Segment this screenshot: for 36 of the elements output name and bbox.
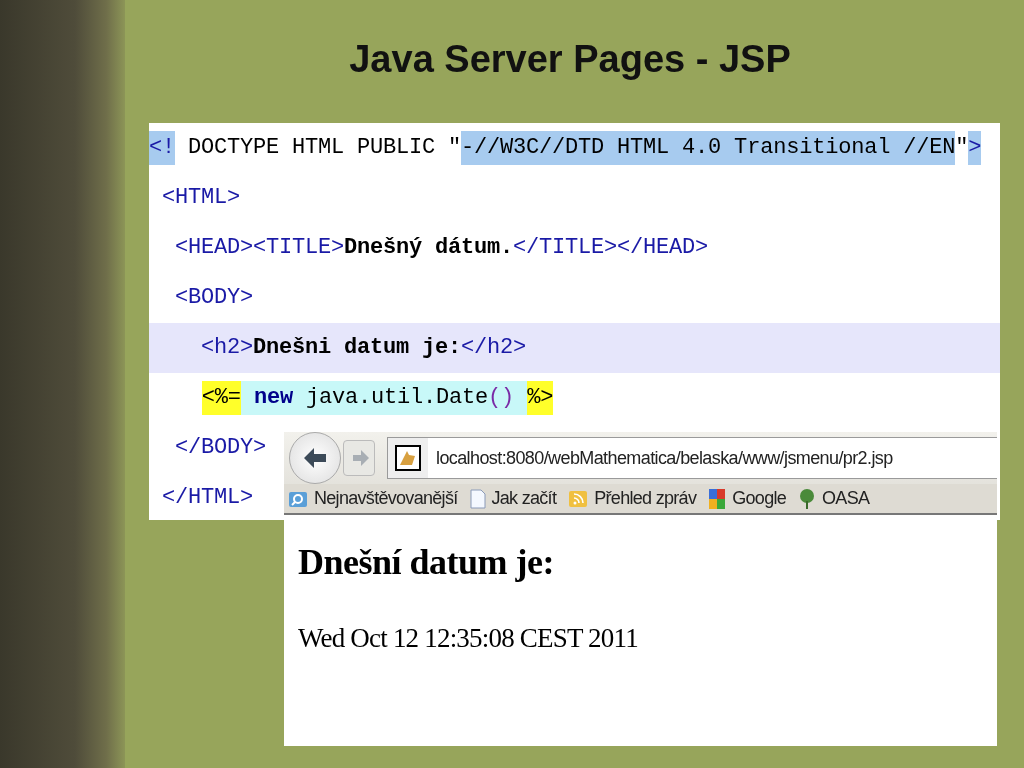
code-text: java.util.Date bbox=[293, 381, 489, 415]
scriptlet-delimiter: <%= bbox=[201, 381, 241, 415]
code-text: " bbox=[955, 134, 969, 162]
bookmark-link[interactable]: Jak začít bbox=[469, 488, 557, 509]
feed-icon bbox=[568, 488, 589, 509]
tree-icon bbox=[798, 487, 817, 510]
left-arrow-icon bbox=[302, 447, 328, 469]
address-field[interactable]: localhost:8080/webMathematica/belaska/www/jsmenu/pr2.jsp bbox=[387, 437, 997, 479]
markup-tag: <! bbox=[149, 131, 175, 165]
markup-tag: </BODY> bbox=[149, 431, 267, 465]
markup-tag: </HTML> bbox=[149, 481, 254, 515]
code-text: -//W3C//DTD HTML 4.0 Transitional //EN bbox=[461, 131, 956, 165]
page-icon bbox=[469, 488, 486, 509]
markup-tag: </TITLE></HEAD> bbox=[513, 231, 709, 265]
markup-tag: <h2> bbox=[149, 331, 254, 365]
markup-tag: </h2> bbox=[461, 331, 527, 365]
scriptlet-delimiter: %> bbox=[527, 381, 554, 415]
slide-title: Java Server Pages - JSP bbox=[348, 37, 792, 82]
bookmark-link[interactable]: OASA bbox=[798, 487, 870, 510]
bookmark-link[interactable]: Google bbox=[708, 487, 787, 510]
markup-tag: <BODY> bbox=[149, 281, 254, 315]
markup-tag: <HTML> bbox=[149, 181, 240, 215]
code-text: Dnešni datum je: bbox=[253, 334, 462, 362]
markup-tag: <HEAD><TITLE> bbox=[149, 231, 345, 265]
bookmark-link[interactable]: Nejnavštěvovanější bbox=[288, 488, 458, 509]
colored-blocks-icon bbox=[708, 487, 727, 510]
bookmark-link[interactable]: Přehled zpráv bbox=[568, 488, 697, 509]
date-text: Wed Oct 12 12:35:08 CEST 2011 bbox=[298, 623, 639, 654]
back-button[interactable] bbox=[289, 432, 341, 484]
page-heading: Dnešní datum je: bbox=[298, 541, 555, 583]
code-text: Dnešný dátum. bbox=[344, 234, 514, 262]
markup-tag: > bbox=[968, 131, 982, 165]
code-text: () bbox=[488, 381, 528, 415]
code-text: DOCTYPE HTML PUBLIC " bbox=[187, 134, 462, 162]
right-arrow-icon bbox=[352, 449, 370, 467]
code-text: new bbox=[240, 381, 293, 415]
